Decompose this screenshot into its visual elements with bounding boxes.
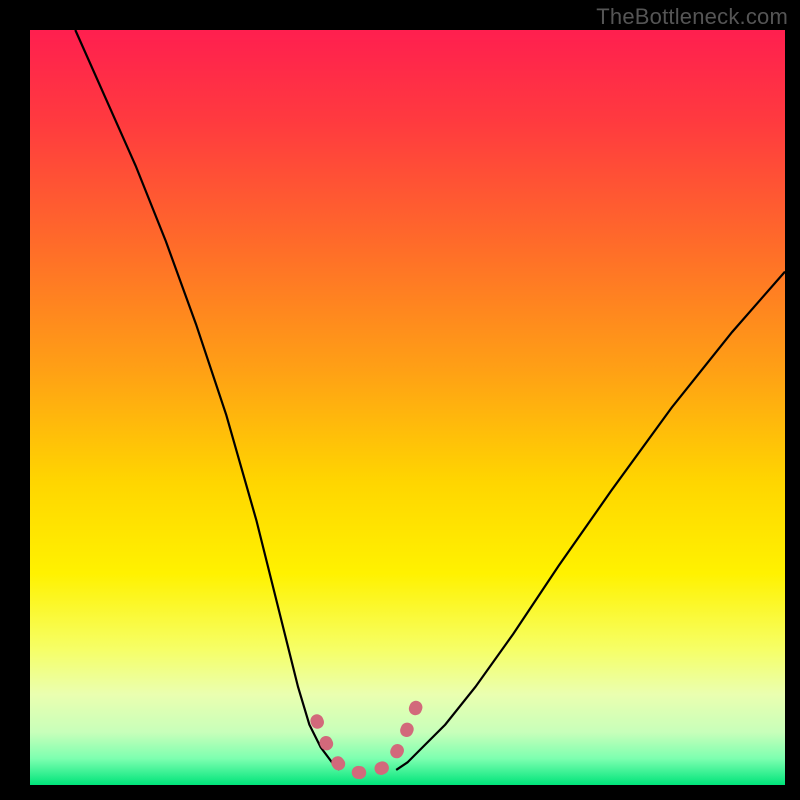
bottleneck-chart xyxy=(0,0,800,800)
watermark-text: TheBottleneck.com xyxy=(596,4,788,30)
chart-frame: TheBottleneck.com xyxy=(0,0,800,800)
